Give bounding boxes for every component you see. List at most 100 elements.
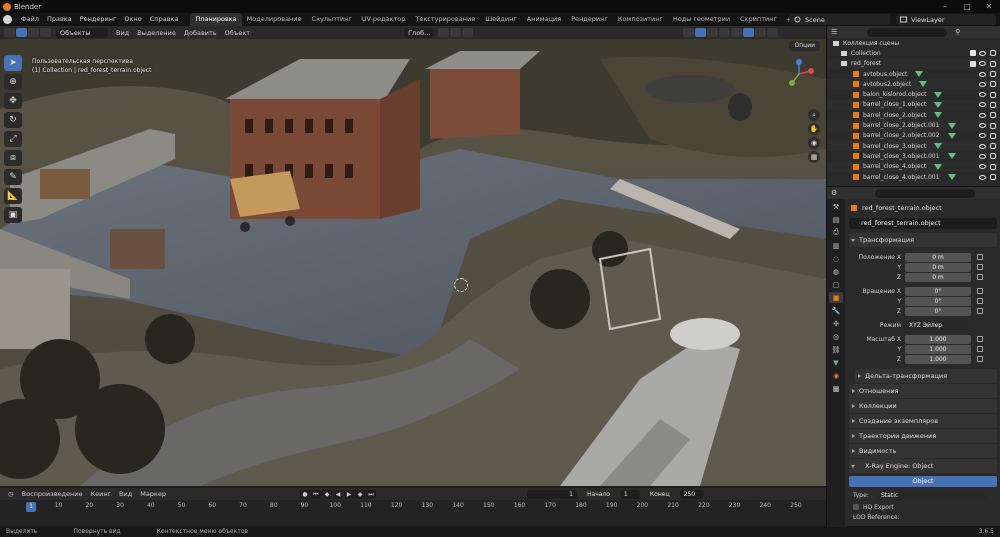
lock-icon[interactable]: [977, 264, 983, 270]
outliner-item[interactable]: barrel_close_4.object.001: [827, 172, 1000, 182]
scale-tool-icon[interactable]: ⤢: [4, 131, 22, 147]
world-tab-icon[interactable]: ◍: [829, 266, 843, 277]
tab-uv-editing[interactable]: UV-редактор: [357, 13, 411, 26]
tool-tab-icon[interactable]: ⚒: [829, 201, 843, 212]
outliner-item[interactable]: barrel_close_4.object: [827, 161, 1000, 172]
object-tab-icon[interactable]: ■: [829, 292, 843, 303]
lock-icon[interactable]: [977, 274, 983, 280]
scene-selector[interactable]: Scene: [790, 14, 890, 25]
menu-file[interactable]: Файл: [17, 13, 43, 26]
play-icon[interactable]: ▶: [344, 489, 354, 499]
lock-icon[interactable]: [977, 254, 983, 260]
eye-icon[interactable]: [979, 81, 986, 87]
rotation-z-field[interactable]: 0°: [905, 306, 971, 316]
move-tool-icon[interactable]: ✥: [4, 93, 22, 109]
camera-icon[interactable]: [990, 81, 996, 88]
shading-rendered-icon[interactable]: [767, 28, 779, 37]
menu-window[interactable]: Окно: [120, 13, 145, 26]
camera-icon[interactable]: [990, 153, 996, 160]
type-dropdown[interactable]: Static: [877, 490, 987, 500]
add-cube-tool-icon[interactable]: ▣: [4, 207, 22, 223]
camera-icon[interactable]: [990, 163, 996, 170]
navigation-gizmo-icon[interactable]: [784, 59, 814, 89]
jump-end-icon[interactable]: ⏭: [366, 489, 376, 499]
menu-timeline-view[interactable]: Вид: [115, 490, 136, 498]
rotation-y-field[interactable]: 0°: [905, 296, 971, 306]
shading-solid-icon[interactable]: [743, 28, 755, 37]
start-frame-field[interactable]: 1: [619, 489, 640, 499]
timeline-editor-icon[interactable]: ◷: [4, 490, 18, 498]
exclude-checkbox[interactable]: [970, 50, 976, 57]
eye-icon[interactable]: [979, 61, 986, 67]
scale-z-field[interactable]: 1.000: [905, 354, 971, 364]
menu-render[interactable]: Рендеринг: [76, 13, 121, 26]
tab-geometry-nodes[interactable]: Ноды геометрии: [668, 13, 735, 26]
camera-icon[interactable]: [990, 60, 996, 67]
tab-shading[interactable]: Шейдинг: [480, 13, 522, 26]
location-y-field[interactable]: 0 m: [905, 262, 971, 272]
tab-sculpting[interactable]: Скульптинг: [307, 13, 357, 26]
shading-material-icon[interactable]: [755, 28, 767, 37]
pivot-icon[interactable]: [438, 28, 450, 37]
scale-x-field[interactable]: 1.000: [905, 334, 971, 344]
menu-help[interactable]: Справка: [146, 13, 183, 26]
material-tab-icon[interactable]: ◉: [829, 370, 843, 381]
editor-type-icon[interactable]: [4, 28, 15, 37]
lock-icon[interactable]: [977, 308, 983, 314]
outliner-item[interactable]: barrel_close_2.object.002: [827, 131, 1000, 141]
outliner-item[interactable]: barrel_close_1.object: [827, 99, 1000, 111]
tab-scripting[interactable]: Скриптинг: [735, 13, 782, 26]
delta-transform-panel[interactable]: Дельта-трансформация: [855, 369, 997, 383]
data-tab-icon[interactable]: ▼: [829, 357, 843, 368]
visibility-icon[interactable]: [683, 28, 695, 37]
location-z-field[interactable]: 0 m: [905, 272, 971, 282]
rotation-x-field[interactable]: 0°: [905, 286, 971, 296]
next-key-icon[interactable]: ◆: [355, 489, 365, 499]
eye-icon[interactable]: [979, 153, 986, 159]
outliner-scene-collection[interactable]: Коллекция сцены: [827, 38, 1000, 48]
object-name-field[interactable]: red_forest_terrain.object: [849, 218, 997, 229]
camera-view-icon[interactable]: ◉: [808, 137, 820, 149]
zoom-icon[interactable]: ⌕: [808, 109, 820, 121]
scale-y-field[interactable]: 1.000: [905, 344, 971, 354]
pan-icon[interactable]: ✋: [808, 123, 820, 135]
xray-icon[interactable]: [719, 28, 731, 37]
eye-icon[interactable]: [979, 102, 986, 108]
eye-icon[interactable]: [979, 143, 986, 149]
scene-tab-icon[interactable]: ◌: [829, 253, 843, 264]
camera-icon[interactable]: [990, 143, 996, 150]
outliner-item[interactable]: Collection: [827, 48, 1000, 58]
particles-tab-icon[interactable]: ✣: [829, 318, 843, 329]
proportional-edit-icon[interactable]: [462, 28, 474, 37]
collections-panel[interactable]: Коллекции: [849, 399, 997, 413]
outliner-item[interactable]: barrel_close_2.object.001: [827, 120, 1000, 131]
overlay-icon[interactable]: [707, 28, 719, 37]
eye-icon[interactable]: [979, 164, 986, 170]
camera-icon[interactable]: [990, 112, 996, 119]
camera-icon[interactable]: [990, 91, 996, 98]
transform-panel-header[interactable]: Трансформация: [849, 233, 997, 247]
shading-wireframe-icon[interactable]: [731, 28, 743, 37]
camera-icon[interactable]: [990, 101, 996, 108]
menu-object[interactable]: Объект: [221, 29, 254, 37]
outliner-item[interactable]: balon_kislorod.object: [827, 89, 1000, 99]
exclude-checkbox[interactable]: [970, 60, 976, 67]
current-frame-field[interactable]: 1: [527, 489, 577, 499]
current-frame-indicator[interactable]: 1: [26, 502, 36, 512]
eye-icon[interactable]: [979, 50, 986, 56]
snap-icon[interactable]: [450, 28, 462, 37]
eye-icon[interactable]: [979, 71, 986, 77]
record-icon[interactable]: ●: [300, 489, 310, 499]
menu-select[interactable]: Выделение: [133, 29, 180, 37]
select-tool-icon[interactable]: ➤: [4, 55, 22, 71]
instancing-panel[interactable]: Создание экземпляров: [849, 414, 997, 428]
outliner-item[interactable]: avtobus.object: [827, 69, 1000, 79]
render-tab-icon[interactable]: ▤: [829, 214, 843, 225]
transform-orientation-dropdown[interactable]: Глоб...: [404, 27, 435, 38]
prev-key-icon[interactable]: ◆: [322, 489, 332, 499]
texture-tab-icon[interactable]: ▩: [829, 383, 843, 394]
viewport-options-button[interactable]: Опции: [789, 41, 820, 51]
outliner-item[interactable]: barrel_close_3.object.001: [827, 151, 1000, 161]
blender-menu-icon[interactable]: [3, 15, 12, 24]
visibility-panel[interactable]: Видимость: [849, 444, 997, 458]
